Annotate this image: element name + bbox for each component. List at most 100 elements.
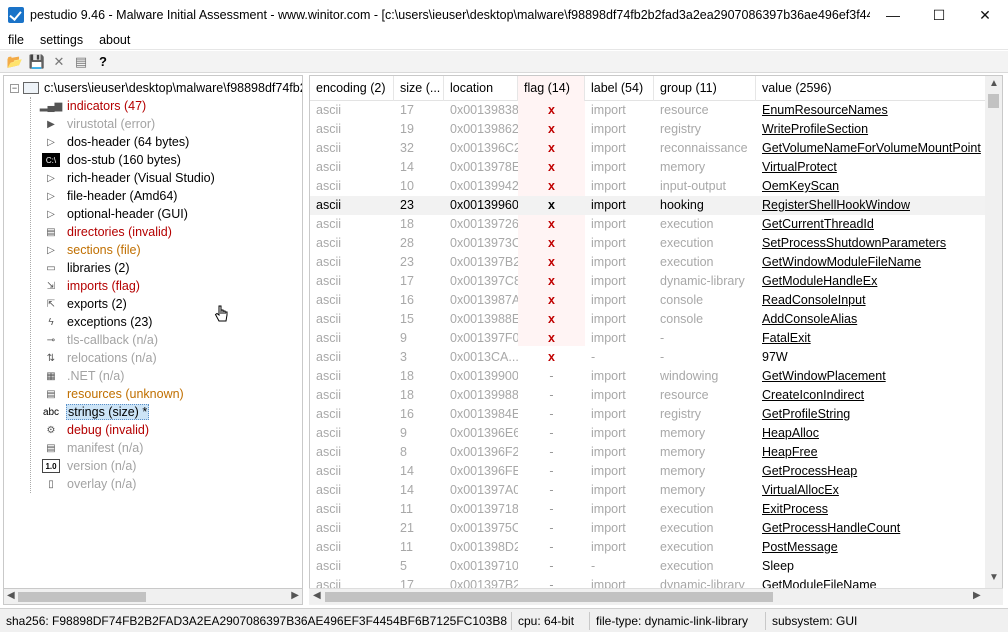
close-button[interactable]: ✕	[962, 0, 1008, 30]
scrollbar-thumb[interactable]	[988, 94, 999, 108]
document-icon[interactable]: ▤	[70, 52, 92, 72]
tree-item-version[interactable]: 1.0 version (n/a)	[42, 457, 137, 475]
tree-item-imports[interactable]: ⇲ imports (flag)	[42, 277, 141, 295]
scroll-left-icon[interactable]: ◀	[7, 590, 15, 601]
value-cell[interactable]: OemKeyScan	[756, 177, 988, 196]
table-row[interactable]: ascii 14 0x001396FE - import memory GetProcess…	[310, 462, 988, 481]
value-cell[interactable]: GetProcessHeap	[756, 462, 988, 481]
scroll-right-icon[interactable]: ▶	[291, 590, 299, 601]
save-icon[interactable]: 💾	[26, 52, 48, 72]
table-row[interactable]: ascii 19 0x00139862 x import registry WritePro…	[310, 120, 988, 139]
value-cell[interactable]: VirtualProtect	[756, 158, 988, 177]
value-cell[interactable]: ReadConsoleInput	[756, 291, 988, 310]
table-row[interactable]: ascii 9 0x001397F0 x import - FatalExit	[310, 329, 988, 348]
tree-item-exceptions[interactable]: ϟ exceptions (23)	[42, 313, 153, 331]
tree-item-dos-header[interactable]: ▷ dos-header (64 bytes)	[42, 133, 190, 151]
value-cell[interactable]: HeapFree	[756, 443, 988, 462]
table-row[interactable]: ascii 14 0x001397A0 - import memory VirtualAll…	[310, 481, 988, 500]
table-row[interactable]: ascii 17 0x001397C8 x import dynamic-library G…	[310, 272, 988, 291]
scroll-left-icon[interactable]: ◀	[313, 590, 321, 601]
tree-item-directories[interactable]: ▤ directories (invalid)	[42, 223, 173, 241]
column-header-label[interactable]: label (54)	[585, 76, 654, 101]
column-header-size[interactable]: size (...	[394, 76, 444, 101]
tree-item-overlay[interactable]: ▯ overlay (n/a)	[42, 475, 137, 493]
open-icon[interactable]: 📂	[4, 52, 26, 72]
collapse-icon[interactable]: −	[10, 83, 19, 93]
tree-item-sections[interactable]: ▷ sections (file)	[42, 241, 142, 259]
maximize-button[interactable]: ☐	[916, 0, 962, 30]
column-header-value[interactable]: value (2596)	[756, 76, 988, 101]
table-row[interactable]: ascii 11 0x001398D2 - import execution PostMes…	[310, 538, 988, 557]
tree-horizontal-scrollbar[interactable]: ◀ ▶	[3, 588, 303, 605]
value-cell[interactable]: GetProfileString	[756, 405, 988, 424]
value-cell[interactable]: RegisterShellHookWindow	[756, 196, 988, 215]
table-vertical-scrollbar[interactable]: ▲ ▼	[985, 76, 1002, 588]
tree-item-dos-stub[interactable]: C:\ dos-stub (160 bytes)	[42, 151, 182, 169]
table-row[interactable]: ascii 11 0x00139718 - import execution ExitPro…	[310, 500, 988, 519]
value-cell[interactable]: PostMessage	[756, 538, 988, 557]
table-row[interactable]: ascii 23 0x00139960 x import hooking RegisterS…	[310, 196, 988, 215]
tree-item-rich-header[interactable]: ▷ rich-header (Visual Studio)	[42, 169, 216, 187]
column-header-location[interactable]: location	[444, 76, 518, 101]
table-row[interactable]: ascii 10 0x00139942 x import input-output OemK…	[310, 177, 988, 196]
value-cell[interactable]: GetVolumeNameForVolumeMountPoint	[756, 139, 988, 158]
value-cell[interactable]: ExitProcess	[756, 500, 988, 519]
value-cell[interactable]: GetProcessHandleCount	[756, 519, 988, 538]
table-row[interactable]: ascii 18 0x00139900 - import windowing GetWind…	[310, 367, 988, 386]
column-header-group[interactable]: group (11)	[654, 76, 756, 101]
table-row[interactable]: ascii 23 0x001397B2 x import execution GetWind…	[310, 253, 988, 272]
tree-item-manifest[interactable]: ▤ manifest (n/a)	[42, 439, 144, 457]
value-cell[interactable]: EnumResourceNames	[756, 101, 988, 120]
value-cell[interactable]: CreateIconIndirect	[756, 386, 988, 405]
table-horizontal-scrollbar[interactable]: ◀ ▶	[309, 588, 1003, 605]
menu-about[interactable]: about	[91, 33, 138, 47]
scroll-up-icon[interactable]: ▲	[989, 78, 999, 89]
tree-item-file-header[interactable]: ▷ file-header (Amd64)	[42, 187, 178, 205]
value-cell[interactable]: GetWindowModuleFileName	[756, 253, 988, 272]
value-cell[interactable]: GetWindowPlacement	[756, 367, 988, 386]
close-file-icon[interactable]: ✕	[48, 52, 70, 72]
value-cell[interactable]: AddConsoleAlias	[756, 310, 988, 329]
value-cell[interactable]: SetProcessShutdownParameters	[756, 234, 988, 253]
value-cell[interactable]: GetModuleHandleEx	[756, 272, 988, 291]
scroll-right-icon[interactable]: ▶	[973, 590, 981, 601]
table-row[interactable]: ascii 5 0x00139710 - - execution Sleep	[310, 557, 988, 576]
tree-item-optional-header[interactable]: ▷ optional-header (GUI)	[42, 205, 189, 223]
menu-file[interactable]: file	[0, 33, 32, 47]
value-cell[interactable]: HeapAlloc	[756, 424, 988, 443]
tree-item-libraries[interactable]: ▭ libraries (2)	[42, 259, 131, 277]
table-row[interactable]: ascii 18 0x00139726 x import execution GetCurr…	[310, 215, 988, 234]
tree-item-virustotal[interactable]: ▶ virustotal (error)	[42, 115, 156, 133]
value-cell[interactable]: VirtualAllocEx	[756, 481, 988, 500]
table-row[interactable]: ascii 28 0x0013973C x import execution SetProc…	[310, 234, 988, 253]
tree-item-exports[interactable]: ⇱ exports (2)	[42, 295, 128, 313]
value-cell[interactable]: 97W	[756, 348, 988, 367]
tree-item-indicators[interactable]: ▂▄▆ indicators (47)	[40, 97, 147, 115]
column-header-flag[interactable]: flag (14)	[518, 76, 585, 101]
value-cell[interactable]: WriteProfileSection	[756, 120, 988, 139]
table-row[interactable]: ascii 14 0x0013978E x import memory VirtualPro…	[310, 158, 988, 177]
help-icon[interactable]: ?	[92, 52, 114, 72]
table-row[interactable]: ascii 8 0x001396F2 - import memory HeapFree	[310, 443, 988, 462]
tree-item-tls-callback[interactable]: ⊸ tls-callback (n/a)	[42, 331, 159, 349]
table-row[interactable]: ascii 17 0x00139838 x import resource EnumReso…	[310, 101, 988, 120]
minimize-button[interactable]: —	[870, 0, 916, 30]
tree-item-strings[interactable]: abc strings (size) *	[42, 403, 150, 421]
tree-item-resources[interactable]: ▤ resources (unknown)	[42, 385, 185, 403]
tree-root[interactable]: − c:\users\ieuser\desktop\malware\f98898…	[10, 79, 302, 97]
table-row[interactable]: ascii 3 0x0013CA... x - - 97W	[310, 348, 988, 367]
menu-settings[interactable]: settings	[32, 33, 91, 47]
column-header-encoding[interactable]: encoding (2)	[310, 76, 394, 101]
tree-item-relocations[interactable]: ⇅ relocations (n/a)	[42, 349, 158, 367]
value-cell[interactable]: Sleep	[756, 557, 988, 576]
table-row[interactable]: ascii 21 0x0013975C - import execution GetProc…	[310, 519, 988, 538]
value-cell[interactable]: GetCurrentThreadId	[756, 215, 988, 234]
scrollbar-thumb[interactable]	[18, 592, 146, 602]
table-row[interactable]: ascii 16 0x0013987A x import console ReadConso…	[310, 291, 988, 310]
value-cell[interactable]: FatalExit	[756, 329, 988, 348]
table-row[interactable]: ascii 9 0x001396E6 - import memory HeapAlloc	[310, 424, 988, 443]
table-row[interactable]: ascii 32 0x001396C2 x import reconnaissance Ge…	[310, 139, 988, 158]
table-row[interactable]: ascii 15 0x0013988E x import console AddConsol…	[310, 310, 988, 329]
table-row[interactable]: ascii 18 0x00139988 - import resource CreateIc…	[310, 386, 988, 405]
scrollbar-thumb[interactable]	[325, 592, 773, 602]
